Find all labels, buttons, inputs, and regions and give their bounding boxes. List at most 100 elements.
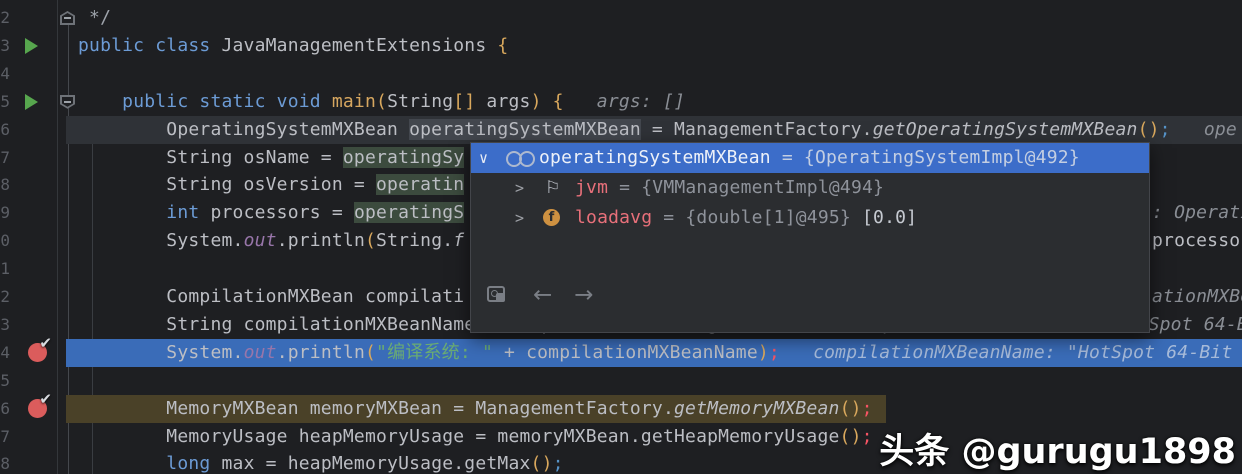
code-line[interactable]: 5 xyxy=(0,367,1242,395)
line-number: 4 xyxy=(0,63,10,83)
code-token: public class xyxy=(78,34,222,56)
code-token: args xyxy=(475,90,531,112)
fold-expand-icon[interactable] xyxy=(60,94,75,109)
code-line[interactable]: 6 ✔ MemoryMXBean memoryMXBean = Managemen… xyxy=(0,390,1242,423)
variable-token: = xyxy=(608,177,642,198)
breakpoint-check-icon: ✔ xyxy=(39,389,52,408)
line-number: 9 xyxy=(0,203,10,223)
code-token: getOperatingSystemMXBean xyxy=(872,118,1138,140)
line-number: 7 xyxy=(0,426,10,446)
code-token: String. xyxy=(376,230,454,252)
variable-token: = xyxy=(770,147,804,168)
variable-text: loadavg = {double[1]@495} [0.0] xyxy=(575,203,917,233)
variable-row[interactable]: > ⚐ jvm = {VMManagementImpl@494} xyxy=(471,173,1149,203)
code-token: long xyxy=(166,453,211,474)
code-token: OperatingSystemMXBean xyxy=(78,118,410,140)
code-text: String osVersion = operatin xyxy=(78,171,465,199)
breakpoint-check-icon: ✔ xyxy=(39,333,52,352)
code-token: operatin xyxy=(376,174,465,196)
code-token: ; xyxy=(861,425,873,447)
breakpoint-icon[interactable]: ✔ xyxy=(28,390,52,418)
code-fragment-right: : Operati xyxy=(1152,202,1242,224)
snapshot-icon[interactable] xyxy=(487,284,511,306)
code-token: f xyxy=(453,230,465,252)
code-token: System. xyxy=(78,230,244,252)
variable-row[interactable]: > f loadavg = {double[1]@495} [0.0] xyxy=(471,203,1149,233)
code-text: long max = heapMemoryUsage.getMax(); xyxy=(78,450,564,474)
code-text: CompilationMXBean compilati xyxy=(78,283,464,311)
code-token: "编译系统: " xyxy=(376,341,493,363)
line-number: 4 xyxy=(0,342,10,362)
code-line[interactable]: 3 public class JavaManagementExtensions { xyxy=(0,32,1242,60)
watermark: 头条 @gurugu1898 xyxy=(879,432,1236,472)
code-token: ( xyxy=(364,341,377,363)
line-number: 6 xyxy=(0,398,10,418)
code-token: operatingS xyxy=(353,202,465,224)
field-icon: f xyxy=(543,209,560,226)
arrow-right-icon[interactable]: → xyxy=(574,283,593,307)
code-token: .println xyxy=(276,230,365,252)
arrow-left-icon[interactable]: ← xyxy=(533,283,552,307)
code-token: { xyxy=(497,34,509,56)
code-line[interactable]: 4 xyxy=(0,60,1242,88)
run-button-icon[interactable] xyxy=(25,37,38,54)
line-number: 1 xyxy=(0,259,10,279)
code-line[interactable]: 4 ✔ System.out.println("编译系统: " + compila… xyxy=(0,334,1242,367)
inline-debug-hint: compilationMXBeanName: "HotSpot 64-Bit xyxy=(779,341,1233,363)
code-text: System.out.println(String.f xyxy=(78,227,464,255)
line-number: 5 xyxy=(0,370,10,390)
debugger-variables-popup: ∨ operatingSystemMXBean = {OperatingSyste… xyxy=(470,142,1150,333)
variable-row[interactable]: ∨ operatingSystemMXBean = {OperatingSyste… xyxy=(471,143,1149,173)
variable-token: = xyxy=(652,207,686,228)
chevron-down-icon[interactable]: ∨ xyxy=(479,143,488,173)
variable-token: {OperatingSystemImpl@492} xyxy=(803,147,1080,168)
code-text: String osName = operatingSy xyxy=(78,144,465,172)
run-button-icon[interactable] xyxy=(25,93,38,110)
variable-token: {double[1]@495} xyxy=(685,207,851,228)
code-token: [] xyxy=(453,90,476,112)
code-text: System.out.println("编译系统: " + compilatio… xyxy=(78,339,1232,367)
ide-editor-window: 2 */ 3 public class JavaManagementExtensio… xyxy=(0,0,1242,474)
code-token: operatingSy xyxy=(342,146,465,168)
line-number: 2 xyxy=(0,8,10,27)
code-token: ; xyxy=(768,341,780,363)
line-number: 5 xyxy=(0,91,10,111)
line-number: 3 xyxy=(0,35,10,55)
code-token: processors = xyxy=(199,202,354,224)
code-token: max = heapMemoryUsage.getMax xyxy=(210,453,531,474)
glasses-watch-icon xyxy=(506,151,535,167)
code-text: MemoryUsage heapMemoryUsage = memoryMXBe… xyxy=(78,423,873,451)
flag-icon: ⚐ xyxy=(545,178,561,198)
code-token: ; xyxy=(552,453,564,474)
code-line[interactable]: 2 */ xyxy=(0,4,1242,32)
code-text: public class JavaManagementExtensions { xyxy=(78,32,508,60)
inline-debug-hint: args: [] xyxy=(563,90,686,112)
line-number: 8 xyxy=(0,175,10,195)
code-text: MemoryMXBean memoryMXBean = ManagementFa… xyxy=(78,395,873,423)
code-token: out xyxy=(243,230,277,252)
code-token: */ xyxy=(78,7,112,28)
code-token: ) { xyxy=(530,90,564,112)
variable-token: [0.0] xyxy=(850,207,918,228)
line-number: 2 xyxy=(0,287,10,306)
breakpoint-icon[interactable]: ✔ xyxy=(28,334,52,362)
variable-token: loadavg xyxy=(575,207,653,228)
chevron-right-icon[interactable]: > xyxy=(515,203,524,233)
code-token: ( xyxy=(364,230,377,252)
code-line[interactable]: 5 public static void main(String[] args)… xyxy=(0,88,1242,116)
code-line[interactable]: 6 OperatingSystemMXBean operatingSystemM… xyxy=(0,115,1242,144)
fold-collapse-icon[interactable] xyxy=(60,11,75,25)
code-token: + compilationMXBeanName xyxy=(492,341,758,363)
code-token: () xyxy=(530,453,553,474)
line-number: 3 xyxy=(0,314,10,334)
code-token: ( xyxy=(376,90,388,112)
code-token: getMemoryMXBean xyxy=(674,397,840,419)
code-token: ManagementFactory. xyxy=(674,118,873,140)
chevron-right-icon[interactable]: > xyxy=(515,173,524,203)
variable-token: operatingSystemMXBean xyxy=(539,147,771,168)
code-token: System. xyxy=(78,341,244,363)
code-token: () xyxy=(839,425,862,447)
code-token: () xyxy=(1137,118,1160,140)
